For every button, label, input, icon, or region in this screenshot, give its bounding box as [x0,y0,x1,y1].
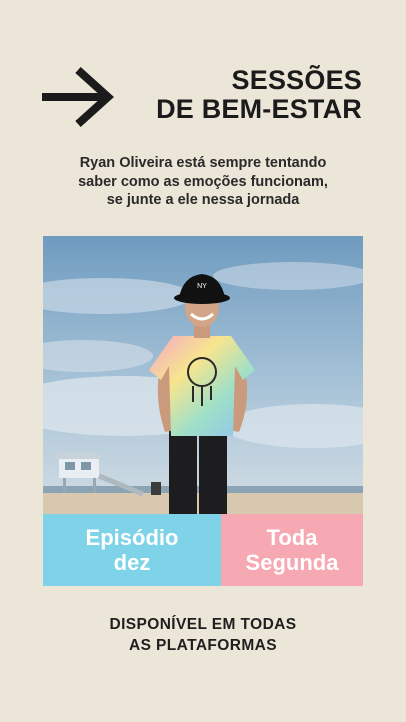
episode-badge: Episódio dez [43,514,221,586]
subtitle-line-3: se junte a ele nessa jornada [106,192,300,208]
subtitle-line-2: saber como as emoções funcionam, [78,173,328,190]
schedule-badge: Toda Segunda [221,514,363,586]
footer-line-2: AS PLATAFORMAS [129,637,277,654]
svg-text:NY: NY [197,283,207,290]
subtitle-line-1: Ryan Oliveira está sempre tentando [79,155,327,171]
arrow-right-icon [42,67,114,127]
subtitle: Ryan Oliveira está sempre tentando saber… [30,154,376,210]
episode-line-2: dez [113,550,151,575]
schedule-line-1: Toda [266,525,318,550]
schedule-line-2: Segunda [245,550,339,575]
title-line-1: SESSÕES [231,65,362,95]
host-photo: NY [43,236,363,514]
page-title: SESSÕES DE BEM-ESTAR [156,66,362,124]
episode-line-1: Episódio [85,525,179,550]
footer-line-1: DISPONÍVEL EM TODAS [109,616,297,633]
title-line-2: DE BEM-ESTAR [156,94,362,124]
availability-text: DISPONÍVEL EM TODAS AS PLATAFORMAS [40,614,366,656]
